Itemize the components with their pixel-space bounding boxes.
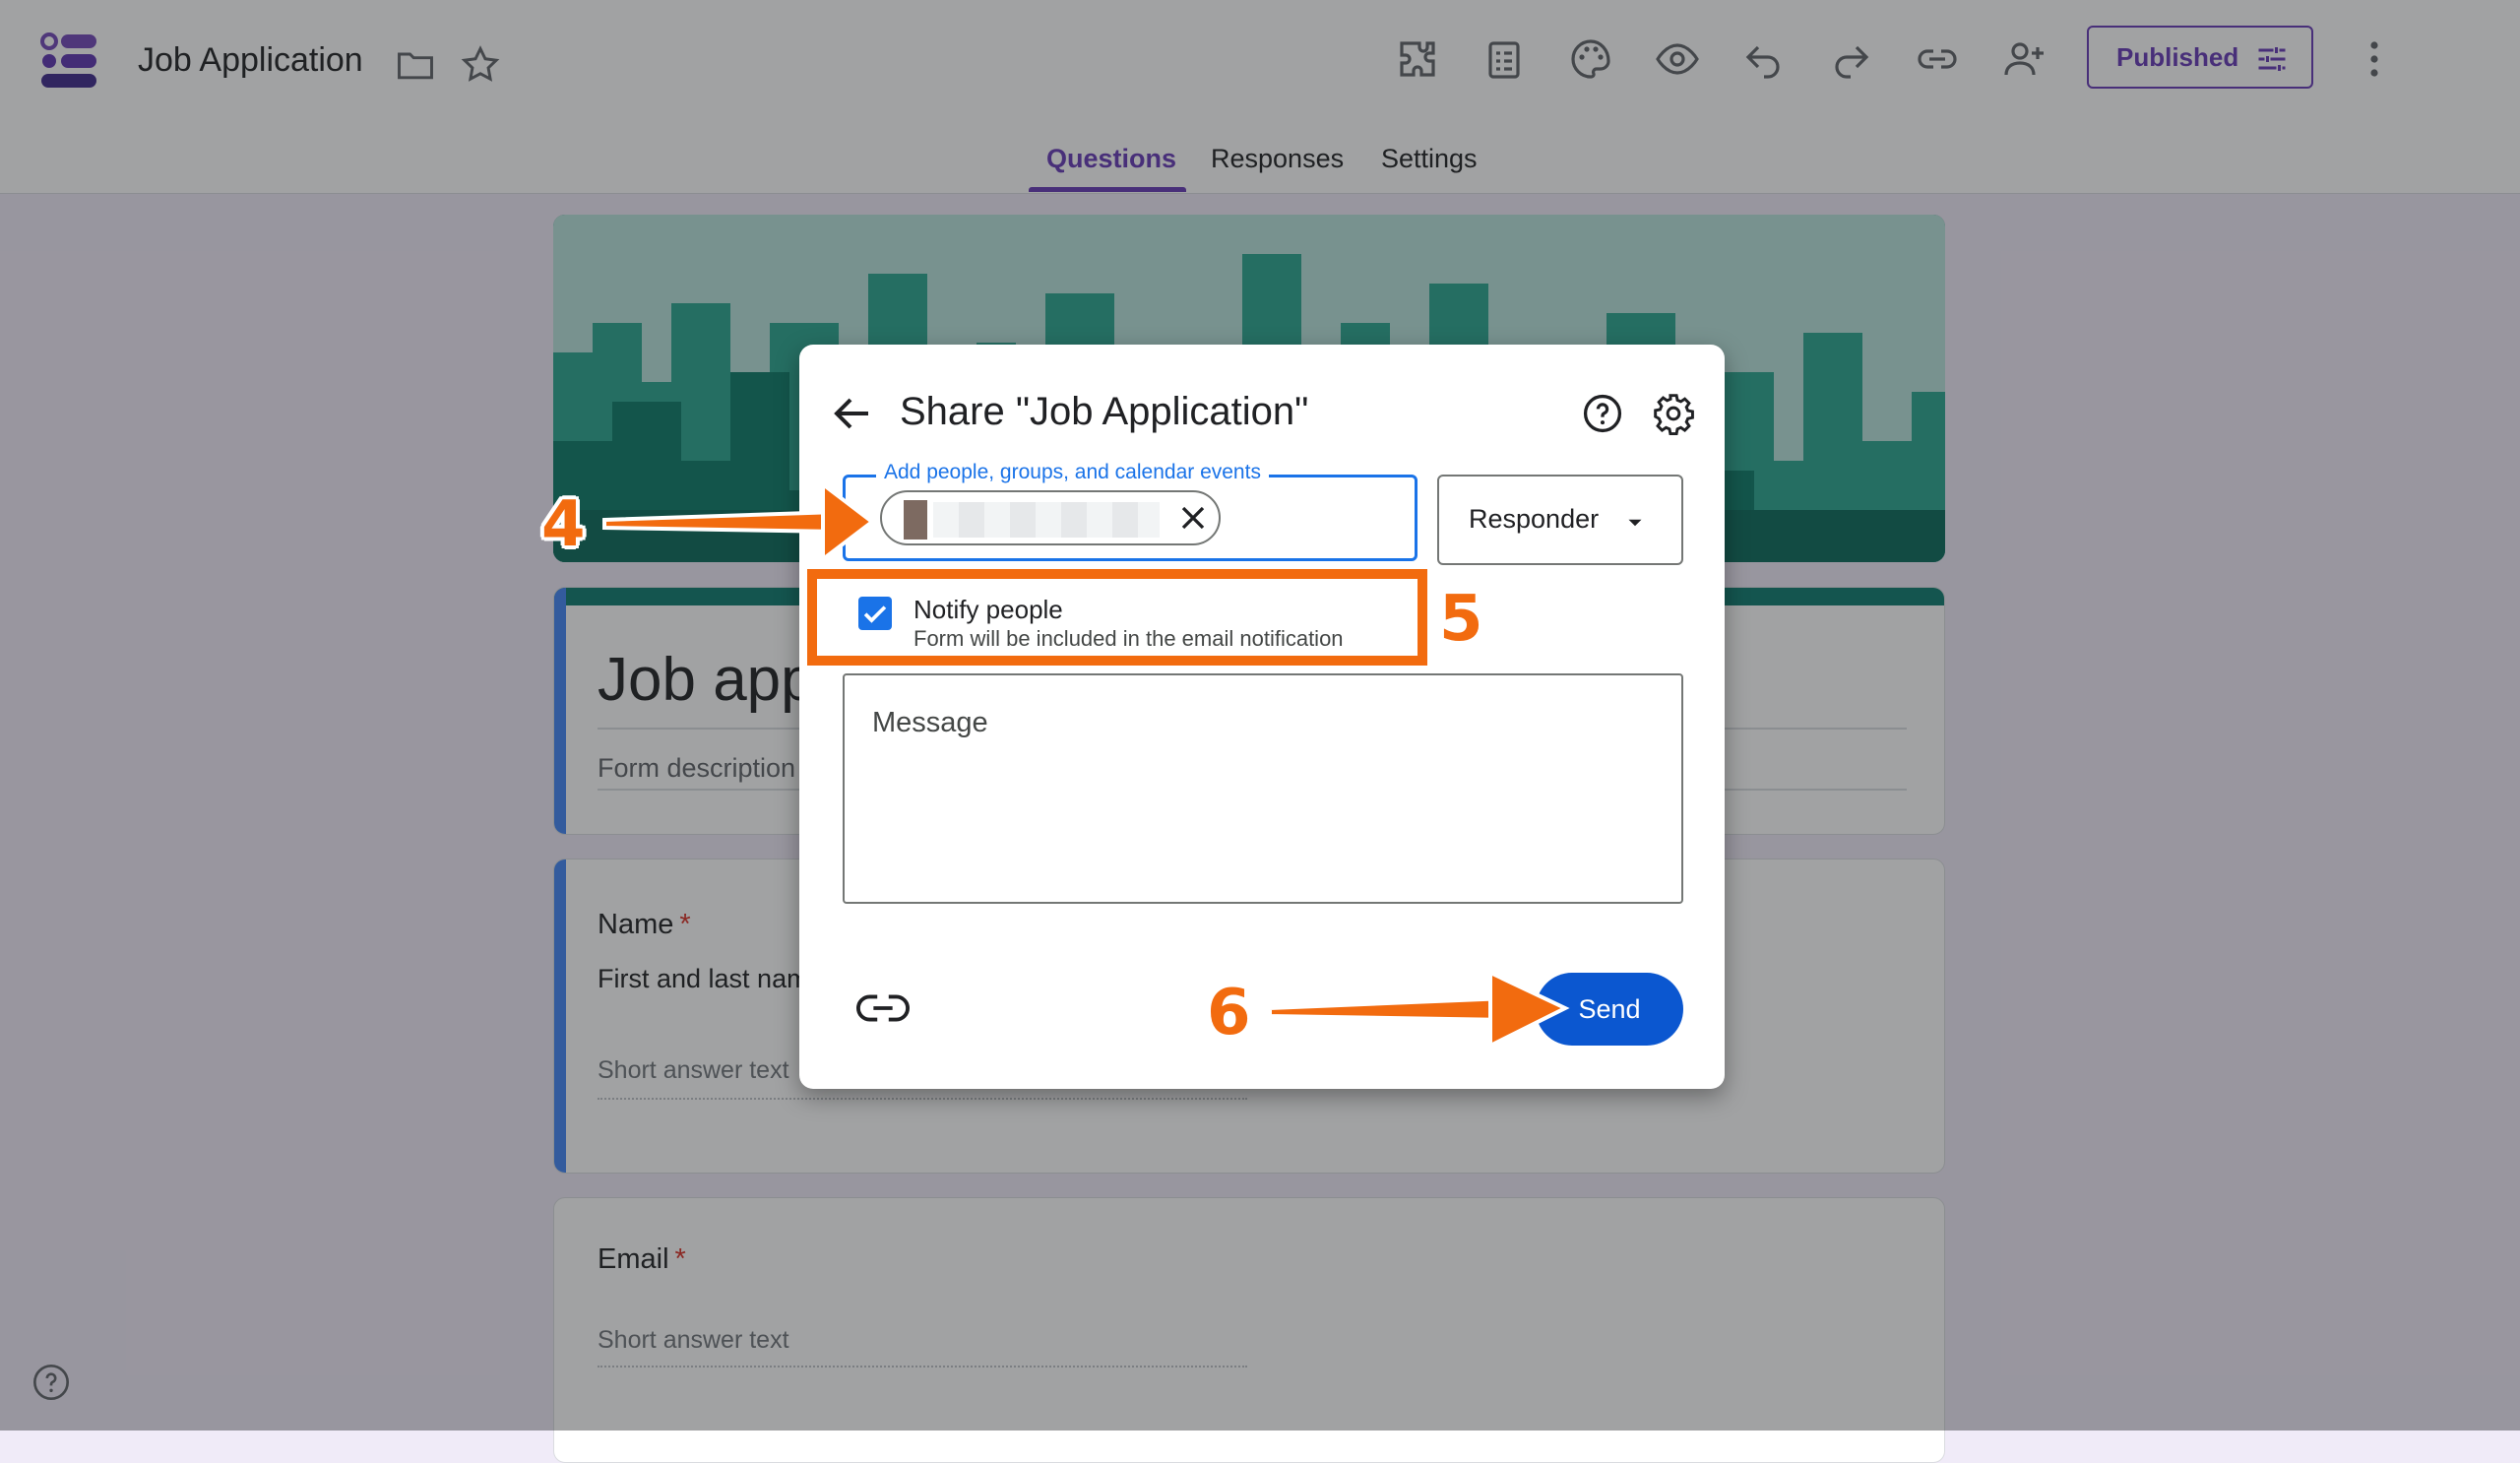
message-placeholder: Message — [872, 707, 988, 738]
copy-link-icon[interactable] — [856, 988, 910, 1028]
message-textarea[interactable]: Message — [843, 673, 1683, 904]
dropdown-arrow-icon — [1628, 519, 1642, 527]
role-selected-value: Responder — [1469, 504, 1600, 534]
redacted-email — [933, 502, 1160, 538]
step-number-5: 5 — [1439, 583, 1483, 656]
back-arrow-icon[interactable] — [829, 390, 876, 437]
gear-icon[interactable] — [1652, 392, 1695, 435]
step-number-4: 4 — [541, 488, 586, 561]
share-dialog: Share "Job Application" Add people, grou… — [799, 345, 1725, 1089]
add-people-label: Add people, groups, and calendar events — [876, 461, 1269, 484]
close-icon[interactable] — [1173, 498, 1213, 538]
dialog-title: Share "Job Application" — [900, 390, 1309, 433]
step-5-highlight — [807, 569, 1427, 666]
send-button[interactable]: Send — [1536, 973, 1683, 1046]
recipient-chip[interactable] — [880, 490, 1221, 545]
help-icon[interactable] — [1581, 392, 1624, 435]
step-number-6: 6 — [1207, 977, 1251, 1050]
avatar — [904, 500, 927, 540]
role-dropdown[interactable]: Responder — [1437, 475, 1683, 565]
